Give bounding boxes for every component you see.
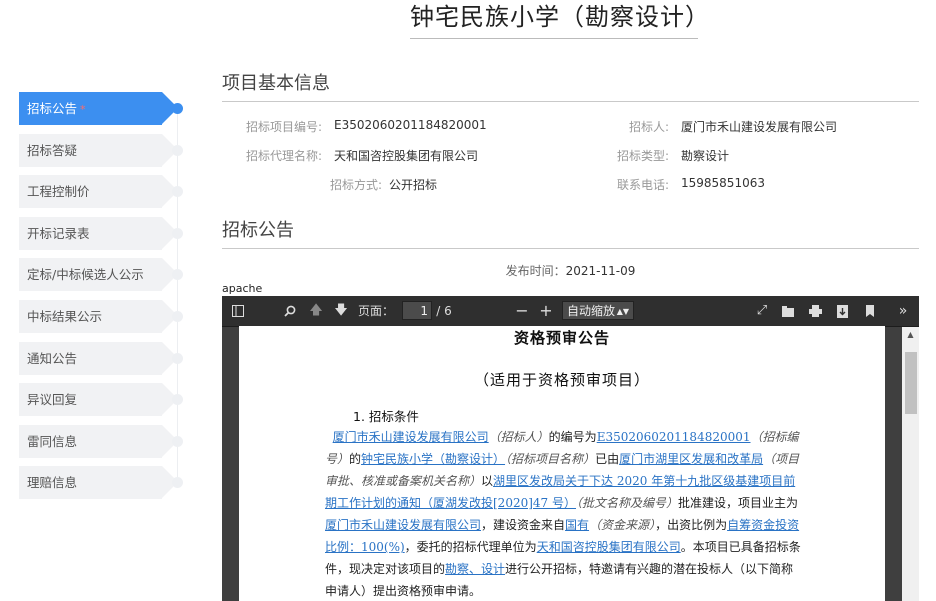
sidebar-item-qa[interactable]: 招标答疑 bbox=[19, 133, 189, 167]
sidebar-item-opening-record[interactable]: 开标记录表 bbox=[19, 216, 189, 250]
prev-page-icon[interactable]: 🡅 bbox=[306, 296, 326, 326]
bookmark-icon[interactable] bbox=[860, 296, 880, 326]
sidebar-item-label: 异议回复 bbox=[27, 392, 78, 408]
more-tools-icon[interactable]: » bbox=[893, 296, 913, 326]
divider bbox=[222, 101, 919, 102]
pdf-toolbar: 🡅 🡇 页面： 1 / 6 − + 自动缩放 ▲▼ ⤢ » bbox=[222, 296, 919, 327]
select-arrow-icon: ▲▼ bbox=[616, 307, 629, 316]
method-label: 招标方式: bbox=[329, 178, 382, 192]
apache-label: apache bbox=[222, 282, 919, 296]
new-marker: * bbox=[80, 103, 86, 116]
sidebar-item-similarity[interactable]: 雷同信息 bbox=[19, 424, 189, 458]
phone-value: 15985851063 bbox=[681, 176, 765, 190]
scroll-up-icon[interactable]: ▲ bbox=[902, 330, 919, 344]
sidebar-item-label: 理赔信息 bbox=[27, 475, 78, 491]
sidebar-toggle-icon[interactable] bbox=[228, 296, 248, 326]
pdf-scrollbar-thumb[interactable] bbox=[905, 352, 917, 414]
document-heading: 资格预审公告 bbox=[513, 329, 610, 347]
next-page-icon[interactable]: 🡇 bbox=[331, 296, 351, 326]
type-value: 勘察设计 bbox=[681, 149, 730, 163]
sidebar: 招标公告 * 招标答疑 工程控制价 开标记录表 定标/中标候选人公示 中标结果公示… bbox=[19, 92, 189, 508]
print-icon[interactable] bbox=[805, 296, 825, 326]
total-pages: / 6 bbox=[436, 304, 452, 318]
tenderer-value: 厦门市禾山建设发展有限公司 bbox=[681, 120, 838, 134]
agent-value: 天和国咨控股集团有限公司 bbox=[334, 149, 479, 163]
section-heading: 1. 招标条件 bbox=[353, 409, 419, 424]
sidebar-item-label: 中标结果公示 bbox=[27, 308, 103, 324]
sidebar-item-result[interactable]: 中标结果公示 bbox=[19, 299, 189, 333]
page-label: 页面： bbox=[357, 304, 394, 318]
timeline-dot bbox=[172, 310, 183, 322]
sidebar-item-label: 工程控制价 bbox=[27, 184, 90, 200]
page-title: 钟宅民族小学（勘察设计） bbox=[410, 0, 709, 39]
info-row-2: 招标代理名称: 天和国咨控股集团有限公司 招标类型: 勘察设计 bbox=[222, 147, 919, 163]
sidebar-item-claims[interactable]: 理赔信息 bbox=[19, 466, 189, 500]
zoom-value: 自动缩放 bbox=[567, 304, 616, 318]
zoom-in-icon[interactable]: + bbox=[536, 296, 556, 326]
document-paragraph: 厦门市禾山建设发展有限公司（招标人）的编号为E35020602011848200… bbox=[325, 430, 801, 598]
sidebar-item-candidate[interactable]: 定标/中标候选人公示 bbox=[19, 258, 189, 292]
publish-time: 发布时间：2021-11-09 bbox=[222, 262, 919, 279]
timeline-dot bbox=[172, 352, 183, 364]
timeline-dot bbox=[172, 435, 183, 447]
section-title-announcement: 招标公告 bbox=[222, 220, 294, 241]
timeline-dot bbox=[172, 227, 183, 239]
publish-time-value: 2021-11-09 bbox=[565, 264, 636, 278]
sidebar-item-objection[interactable]: 异议回复 bbox=[19, 383, 189, 417]
sidebar-item-control-price[interactable]: 工程控制价 bbox=[19, 175, 189, 209]
timeline-dot bbox=[172, 144, 183, 156]
type-label: 招标类型: bbox=[616, 149, 669, 163]
timeline-dot bbox=[172, 186, 183, 198]
sidebar-item-label: 通知公告 bbox=[27, 350, 78, 366]
divider bbox=[222, 248, 919, 249]
pdf-viewer: apache 🡅 🡇 页面： 1 / 6 − + 自动缩放 ▲▼ ⤢ » 资格预审… bbox=[222, 282, 919, 601]
download-icon[interactable] bbox=[832, 296, 852, 326]
agent-label: 招标代理名称: bbox=[245, 149, 322, 163]
sidebar-item-notice[interactable]: 通知公告 bbox=[19, 341, 189, 375]
section-title-basic-info: 项目基本信息 bbox=[222, 73, 330, 94]
presentation-icon[interactable]: ⤢ bbox=[752, 296, 772, 326]
phone-label: 联系电话: bbox=[616, 178, 669, 192]
search-icon[interactable] bbox=[280, 296, 300, 326]
method-value: 公开招标 bbox=[389, 178, 438, 192]
project-no-value: E3502060201184820001 bbox=[334, 118, 487, 132]
project-no-label: 招标项目编号: bbox=[245, 120, 322, 134]
tenderer-label: 招标人: bbox=[628, 120, 669, 134]
timeline-dot bbox=[172, 269, 183, 281]
sidebar-item-label: 招标答疑 bbox=[27, 142, 78, 158]
timeline-dot bbox=[172, 394, 183, 406]
sidebar-item-label: 招标公告 bbox=[27, 101, 78, 116]
document-subheading: （适用于资格预审项目） bbox=[473, 371, 650, 389]
sidebar-item-label: 雷同信息 bbox=[27, 433, 78, 449]
publish-time-label: 发布时间： bbox=[505, 264, 566, 278]
zoom-select[interactable]: 自动缩放 ▲▼ bbox=[562, 301, 634, 320]
sidebar-item-announcement[interactable]: 招标公告 * bbox=[19, 92, 189, 125]
page-number-input[interactable]: 1 bbox=[402, 301, 432, 320]
timeline-dot bbox=[172, 477, 183, 489]
timeline-dot bbox=[172, 103, 183, 114]
sidebar-item-label: 定标/中标候选人公示 bbox=[27, 267, 144, 283]
pdf-page: 资格预审公告 （适用于资格预审项目） 1. 招标条件 厦门市禾山建设发展有限公司… bbox=[239, 326, 885, 601]
zoom-out-icon[interactable]: − bbox=[512, 296, 532, 326]
open-file-icon[interactable] bbox=[778, 296, 798, 326]
info-row-3: 招标方式: 公开招标 联系电话: 15985851063 bbox=[222, 176, 919, 192]
sidebar-item-label: 开标记录表 bbox=[27, 225, 90, 241]
info-row-1: 招标项目编号: E3502060201184820001 招标人: 厦门市禾山建… bbox=[222, 118, 919, 134]
